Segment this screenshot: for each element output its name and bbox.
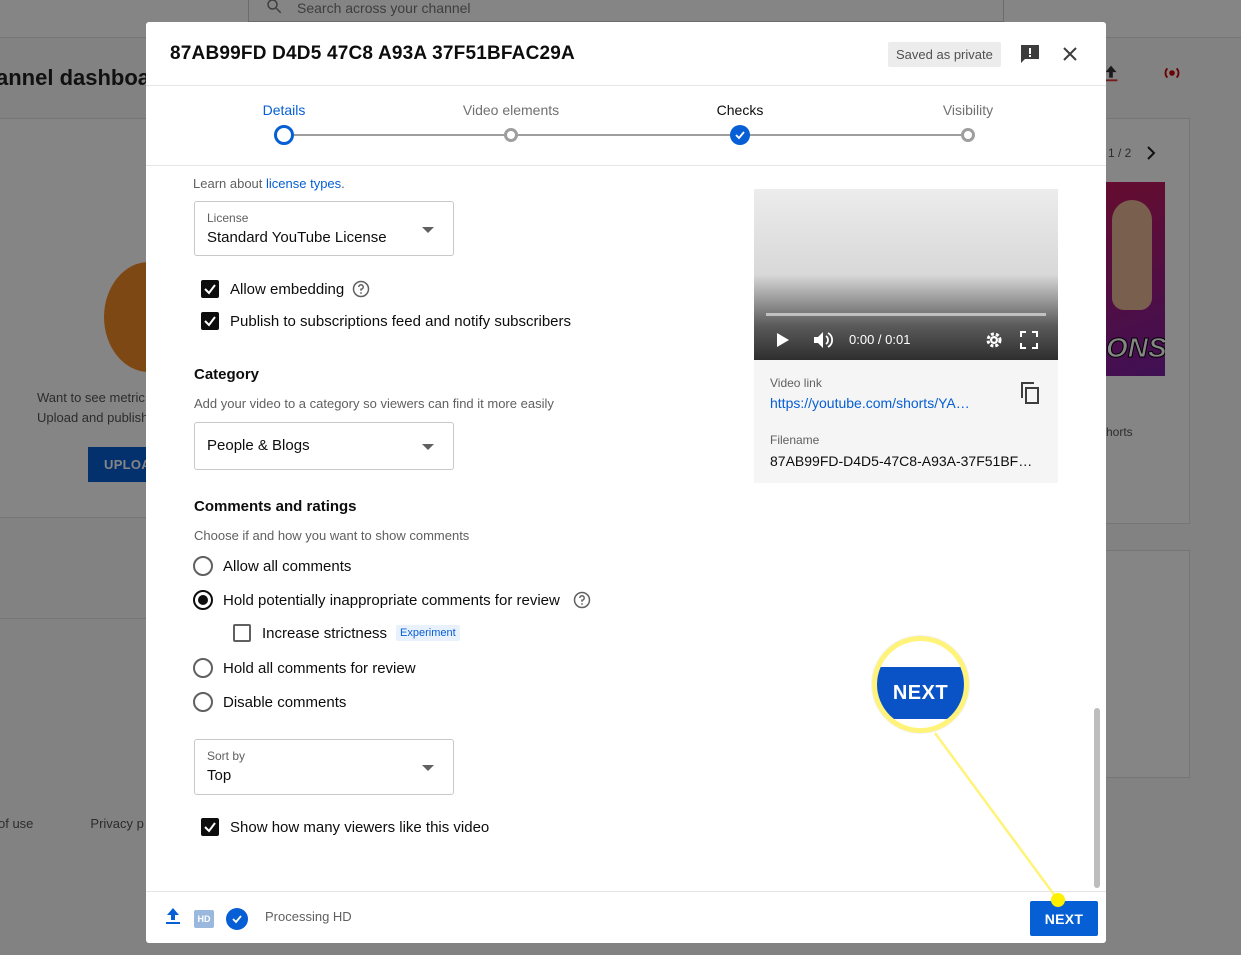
- volume-icon[interactable]: [812, 330, 834, 355]
- hd-icon: HD: [194, 909, 214, 928]
- step-connector: [511, 134, 740, 136]
- step-label: Visibility: [942, 102, 994, 118]
- video-controls: 0:00 / 0:01: [754, 329, 1058, 351]
- category-title: Category: [194, 366, 260, 383]
- checkbox-checked-icon[interactable]: [201, 312, 219, 330]
- step-label: Details: [262, 102, 306, 118]
- checkbox-label: Allow embedding: [230, 280, 345, 298]
- license-types-link[interactable]: license types: [266, 176, 341, 191]
- help-icon[interactable]: [573, 591, 591, 609]
- radio-button[interactable]: [193, 658, 213, 678]
- step-current-dot: [274, 125, 294, 145]
- next-button[interactable]: NEXT: [1030, 901, 1098, 936]
- radio-allow-all[interactable]: Allow all comments: [193, 554, 351, 578]
- allow-embedding-row[interactable]: Allow embedding: [201, 277, 370, 301]
- checks-done-icon: [226, 907, 248, 930]
- callout-dot: [1051, 893, 1065, 907]
- upload-done-icon: [164, 906, 182, 931]
- step-connector: [740, 134, 968, 136]
- radio-button[interactable]: [193, 692, 213, 712]
- scrollbar-thumb[interactable]: [1094, 708, 1100, 888]
- check-icon: [730, 125, 750, 145]
- checkbox-unchecked-icon[interactable]: [233, 624, 251, 642]
- checkbox-label: Publish to subscriptions feed and notify…: [230, 312, 572, 330]
- license-value: Standard YouTube License: [207, 229, 387, 246]
- learn-suffix: .: [341, 176, 345, 191]
- category-value: People & Blogs: [207, 437, 310, 454]
- increase-strictness-row[interactable]: Increase strictness Experiment: [233, 621, 460, 645]
- radio-button[interactable]: [193, 556, 213, 576]
- checkbox-checked-icon[interactable]: [201, 818, 219, 836]
- filename-label: Filename: [770, 433, 820, 447]
- feedback-icon[interactable]: [1018, 42, 1042, 66]
- radio-button-selected[interactable]: [193, 590, 213, 610]
- video-progress-bar[interactable]: [766, 313, 1046, 316]
- video-player[interactable]: 0:00 / 0:01: [754, 189, 1058, 360]
- radio-label: Hold all comments for review: [223, 659, 416, 677]
- close-icon[interactable]: [1058, 42, 1082, 66]
- experiment-badge: Experiment: [396, 625, 460, 641]
- checkbox-checked-icon[interactable]: [201, 280, 219, 298]
- play-icon[interactable]: [776, 332, 790, 353]
- saved-status-badge: Saved as private: [888, 42, 1001, 67]
- caret-down-icon: [422, 227, 434, 233]
- step-pending-dot: [504, 128, 518, 142]
- field-label: Sort by: [207, 749, 246, 763]
- show-likes-row[interactable]: Show how many viewers like this video: [201, 815, 489, 839]
- settings-gear-icon[interactable]: [984, 330, 1004, 355]
- step-label: Checks: [716, 102, 764, 118]
- filename-value: 87AB99FD-D4D5-47C8-A93A-37F51BF…: [770, 453, 1033, 469]
- dialog-body: Learn about license types. License Stand…: [146, 167, 1106, 891]
- comments-description: Choose if and how you want to show comme…: [194, 528, 470, 543]
- dialog-header: 87AB99FD D4D5 47C8 A93A 37F51BFAC29A Sav…: [146, 22, 1106, 86]
- license-select[interactable]: License Standard YouTube License: [194, 201, 454, 256]
- category-description: Add your video to a category so viewers …: [194, 396, 554, 411]
- callout-next-label: NEXT: [877, 667, 964, 719]
- field-label: License: [207, 211, 249, 225]
- video-link[interactable]: https://youtube.com/shorts/YA…: [770, 395, 970, 411]
- status-icons: HD: [164, 906, 248, 931]
- step-connector: [284, 134, 511, 136]
- video-time: 0:00 / 0:01: [849, 332, 911, 347]
- upload-dialog: 87AB99FD D4D5 47C8 A93A 37F51BFAC29A Sav…: [146, 22, 1106, 943]
- category-select[interactable]: People & Blogs: [194, 422, 454, 470]
- radio-hold-all[interactable]: Hold all comments for review: [193, 656, 416, 680]
- license-help-text: Learn about license types.: [193, 176, 345, 191]
- learn-prefix: Learn about: [193, 176, 267, 191]
- step-label: Video elements: [462, 102, 560, 118]
- step-pending-dot: [961, 128, 975, 142]
- sort-value: Top: [207, 767, 232, 784]
- radio-label: Allow all comments: [223, 557, 352, 575]
- checkbox-label: Show how many viewers like this video: [230, 818, 490, 836]
- caret-down-icon: [422, 444, 434, 450]
- radio-label: Disable comments: [223, 693, 347, 711]
- video-link-label: Video link: [770, 376, 822, 390]
- copy-icon[interactable]: [1018, 381, 1042, 405]
- checkbox-label: Increase strictness: [262, 624, 388, 642]
- help-icon[interactable]: [352, 280, 370, 298]
- dialog-title: 87AB99FD D4D5 47C8 A93A 37F51BFAC29A: [170, 43, 575, 64]
- dialog-footer: HD Processing HD NEXT: [146, 891, 1106, 943]
- radio-hold-inappropriate[interactable]: Hold potentially inappropriate comments …: [193, 588, 591, 612]
- comments-title: Comments and ratings: [194, 498, 357, 515]
- sort-by-select[interactable]: Sort by Top: [194, 739, 454, 795]
- radio-label: Hold potentially inappropriate comments …: [223, 591, 560, 609]
- upload-stepper: Details Video elements Checks Visibility: [146, 86, 1106, 166]
- callout-magnifier: NEXT: [872, 636, 969, 733]
- video-preview-card: 0:00 / 0:01 Video link https://youtube.c…: [754, 189, 1058, 483]
- processing-status: Processing HD: [265, 909, 352, 924]
- radio-disable[interactable]: Disable comments: [193, 690, 346, 714]
- fullscreen-icon[interactable]: [1020, 331, 1038, 354]
- caret-down-icon: [422, 765, 434, 771]
- publish-feed-row[interactable]: Publish to subscriptions feed and notify…: [201, 309, 571, 333]
